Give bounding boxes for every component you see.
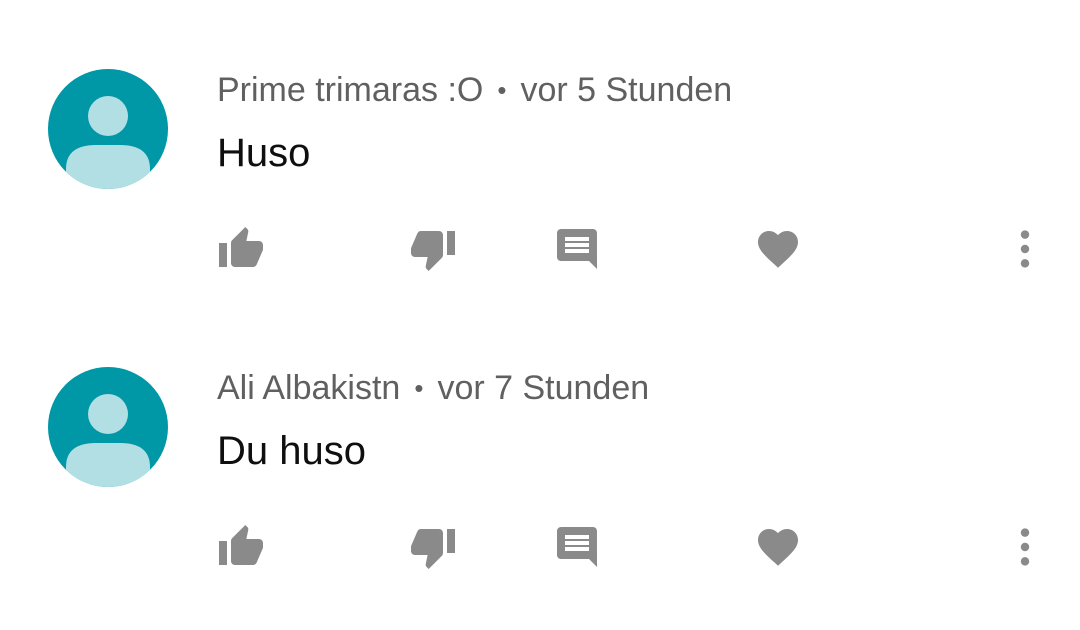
default-user-avatar-icon xyxy=(66,96,150,189)
more-options-button[interactable] xyxy=(1002,520,1048,574)
comment-text: Du huso xyxy=(217,429,366,473)
reply-icon xyxy=(557,527,597,567)
more-vert-icon xyxy=(1020,230,1030,268)
comment-item: Ali Albakistn • vor 7 Stunden Du huso xyxy=(0,298,1080,596)
thumbs-down-icon xyxy=(411,231,455,271)
heart-icon xyxy=(758,529,798,566)
comment-text: Huso xyxy=(217,131,311,175)
heart-button[interactable] xyxy=(753,520,803,574)
default-user-avatar-icon xyxy=(66,394,150,487)
dislike-button[interactable] xyxy=(408,222,458,276)
separator-dot: • xyxy=(414,373,424,403)
comment-meta: Ali Albakistn • vor 7 Stunden xyxy=(217,368,649,408)
thumbs-up-icon xyxy=(219,525,263,565)
thumbs-down-icon xyxy=(411,529,455,569)
thumbs-up-icon xyxy=(219,227,263,267)
reply-button[interactable] xyxy=(552,222,602,276)
author-name[interactable]: Ali Albakistn xyxy=(217,369,400,407)
comment-time: vor 7 Stunden xyxy=(437,369,650,407)
like-button[interactable] xyxy=(216,222,266,276)
separator-dot: • xyxy=(497,75,507,105)
heart-icon xyxy=(758,231,798,268)
comment-item: Prime trimaras :O • vor 5 Stunden Huso xyxy=(0,0,1080,298)
like-button[interactable] xyxy=(216,520,266,574)
avatar[interactable] xyxy=(48,69,168,189)
more-vert-icon xyxy=(1020,528,1030,566)
reply-icon xyxy=(557,229,597,269)
author-name[interactable]: Prime trimaras :O xyxy=(217,71,483,109)
comment-time: vor 5 Stunden xyxy=(520,71,733,109)
dislike-button[interactable] xyxy=(408,520,458,574)
avatar[interactable] xyxy=(48,367,168,487)
reply-button[interactable] xyxy=(552,520,602,574)
heart-button[interactable] xyxy=(753,222,803,276)
more-options-button[interactable] xyxy=(1002,222,1048,276)
comment-meta: Prime trimaras :O • vor 5 Stunden xyxy=(217,70,732,110)
